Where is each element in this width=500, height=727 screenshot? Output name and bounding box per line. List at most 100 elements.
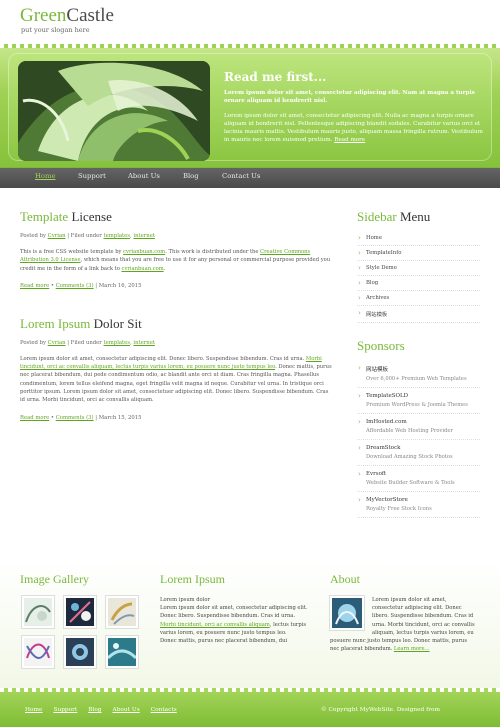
post-title-highlight: Template — [20, 209, 69, 224]
sponsor-name[interactable]: 网站模板 — [366, 365, 480, 373]
sponsor-item[interactable]: Evrsoft Website Builder Software & Tools — [357, 466, 480, 492]
category-link[interactable]: templates — [104, 340, 131, 346]
hero-panel: Read me first... Lorem ipsum dolor sit a… — [8, 53, 492, 161]
footer: Home Support Blog About Us Contacts © Copyri… — [0, 688, 500, 727]
nav-support[interactable]: Support — [78, 172, 106, 180]
sidebar-menu-title: Sidebar Menu — [357, 210, 480, 224]
post-title-rest: License — [68, 209, 112, 224]
sponsor-desc: Over 6,000+ Premium Web Templates — [366, 376, 467, 382]
sponsor-desc: Royalty Free Stock Icons — [366, 506, 432, 512]
sponsors-title: Sponsors — [357, 339, 480, 353]
main-content: Template License Posted by Cvrian | File… — [20, 210, 335, 449]
hero-title: Read me first... — [224, 70, 327, 84]
lorem-text: Lorem ipsum dolor sit amet, consectetur … — [160, 605, 308, 620]
meta-mid: | Filed under — [65, 233, 104, 239]
nav-home[interactable]: Home — [35, 172, 56, 180]
post-meta: Posted by Cvrian | Filed under templates… — [20, 340, 335, 346]
post-body: This is a free CSS website template by c… — [20, 248, 335, 273]
post-body: Lorem ipsum dolor sit amet, consectetur … — [20, 355, 335, 405]
post-date: | March 16, 2015 — [93, 282, 142, 289]
sponsor-name[interactable]: Evrsoft — [366, 471, 480, 477]
site-slogan: put your slogan here — [21, 26, 90, 34]
bottom-section: Image Gallery Lorem Ipsum Lorem ipsum do… — [0, 560, 500, 688]
sponsor-item[interactable]: MyVectorStore Royalty Free Stock Icons — [357, 492, 480, 518]
meta-prefix: Posted by — [20, 339, 48, 346]
meta-prefix: Posted by — [20, 233, 48, 239]
category-link[interactable]: internet — [133, 233, 155, 239]
site-logo[interactable]: GreenCastle — [20, 6, 114, 25]
sponsor-name[interactable]: DreamStock — [366, 445, 480, 451]
body-text: . — [163, 265, 166, 272]
title-highlight: Sponsors — [357, 338, 405, 353]
footer-links: Home Support Blog About Us Contacts — [25, 707, 188, 713]
nav-about-us[interactable]: About Us — [128, 172, 160, 180]
sponsor-desc: Download Amazing Stock Photos — [366, 454, 453, 460]
gallery-thumb[interactable] — [106, 596, 138, 628]
sponsor-item[interactable]: ImHosted.com Affordable Web Hosting Provi… — [357, 414, 480, 440]
body-text: Lorem ipsum dolor sit amet, consectetur … — [20, 355, 306, 362]
gallery-thumb[interactable] — [106, 636, 138, 668]
comments-link[interactable]: Comments (3) — [56, 283, 94, 289]
sidebar: Sidebar Menu Home TemplateInfo Style Dem… — [357, 210, 480, 518]
hero-body: Lorem ipsum dolor sit amet, consectetur … — [224, 112, 486, 144]
post-title-highlight: Lorem Ipsum — [20, 315, 91, 331]
footer-link-about-us[interactable]: About Us — [113, 707, 140, 713]
sidebar-item-templateinfo[interactable]: TemplateInfo — [357, 246, 480, 261]
category-link[interactable]: internet — [133, 340, 155, 346]
sidebar-item-blog[interactable]: Blog — [357, 276, 480, 291]
post-footer: Read more • Comments (3) | March 16, 201… — [20, 283, 335, 289]
about-title: About — [330, 572, 360, 586]
lorem-line: Donec mattis, purus nec placerat bibendu… — [160, 638, 288, 645]
sidebar-menu: Home TemplateInfo Style Demo Blog Archiv… — [357, 231, 480, 323]
lorem-column: Lorem ipsum dolor Lorem ipsum dolor sit … — [160, 596, 310, 645]
category-link[interactable]: templates — [104, 233, 131, 239]
comments-link[interactable]: Comments (3) — [56, 415, 94, 421]
copyright: © Copyright MyWebSite. Designed from — [320, 707, 440, 713]
sidebar-item-templates-cn[interactable]: 网站模板 — [357, 306, 480, 323]
sponsor-name[interactable]: MyVectorStore — [366, 497, 480, 503]
footer-link-support[interactable]: Support — [53, 707, 77, 713]
lorem-link[interactable]: Morbi tincidunt, orci ac convallis aliqu… — [160, 622, 270, 628]
post-title-rest: Dolor Sit — [90, 315, 142, 331]
sponsor-name[interactable]: ImHosted.com — [366, 419, 480, 425]
gallery-thumb[interactable] — [64, 636, 96, 668]
title-rest: Menu — [396, 209, 431, 224]
footer-link-home[interactable]: Home — [25, 707, 42, 713]
hero-image — [18, 61, 210, 161]
body-link[interactable]: cvrianbuan.com — [123, 249, 165, 255]
sponsor-list: 网站模板 Over 6,000+ Premium Web Templates Te… — [357, 360, 480, 518]
gallery-thumb[interactable] — [64, 596, 96, 628]
nav-contact-us[interactable]: Contact Us — [222, 172, 260, 180]
about-column: Lorem ipsum dolor sit amet, consectetur … — [330, 596, 478, 653]
body-text: This is a free CSS website template by — [20, 249, 124, 255]
footer-link-blog[interactable]: Blog — [88, 707, 101, 713]
sidebar-item-style-demo[interactable]: Style Demo — [357, 261, 480, 276]
gallery-thumb[interactable] — [22, 596, 54, 628]
lorem-paragraph: Lorem ipsum dolor sit amet, consectetur … — [160, 604, 310, 637]
body-text: . This work is distributed under the — [165, 249, 261, 255]
author-link[interactable]: Cvrian — [48, 340, 66, 346]
about-learn-more-link[interactable]: Learn more... — [394, 646, 430, 652]
gallery-thumb[interactable] — [22, 636, 54, 668]
sponsor-name[interactable]: TemplateSOLD — [366, 393, 480, 399]
sponsor-item[interactable]: TemplateSOLD Premium WordPress & Joomla T… — [357, 388, 480, 414]
title-highlight: Sidebar — [357, 209, 397, 224]
about-image — [330, 596, 364, 630]
gallery-title: Image Gallery — [20, 572, 89, 586]
footer-link-contacts[interactable]: Contacts — [151, 707, 177, 713]
sponsor-item[interactable]: DreamStock Download Amazing Stock Photos — [357, 440, 480, 466]
main-nav: Home Support About Us Blog Contact Us — [0, 167, 500, 188]
sidebar-item-archives[interactable]: Archives — [357, 291, 480, 306]
hero-read-more-link[interactable]: Read more — [334, 137, 365, 143]
body-link[interactable]: cvrianbuan.com — [122, 266, 164, 272]
sidebar-item-home[interactable]: Home — [357, 231, 480, 246]
read-more-link[interactable]: Read more — [20, 415, 49, 421]
nav-blog[interactable]: Blog — [183, 172, 199, 180]
author-link[interactable]: Cvrian — [48, 233, 66, 239]
post-footer: Read more • Comments (3) | March 15, 201… — [20, 415, 335, 421]
sponsor-desc: Premium WordPress & Joomla Themes — [366, 402, 468, 408]
sponsor-item[interactable]: 网站模板 Over 6,000+ Premium Web Templates — [357, 360, 480, 388]
sponsor-desc: Affordable Web Hosting Provider — [366, 428, 453, 434]
read-more-link[interactable]: Read more — [20, 283, 49, 289]
hero-text: Read me first... Lorem ipsum dolor sit a… — [224, 71, 486, 144]
